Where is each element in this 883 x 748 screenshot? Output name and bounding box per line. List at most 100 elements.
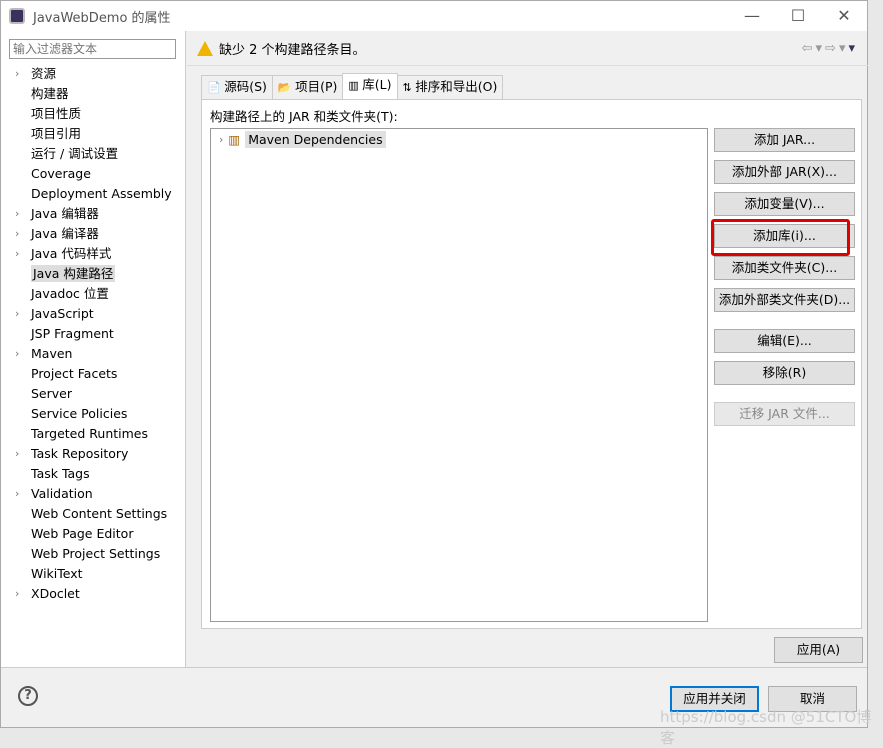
menu-icon[interactable]: ▾ <box>848 41 858 56</box>
tree-item[interactable]: Targeted Runtimes <box>1 424 186 444</box>
tree-item[interactable]: › JavaScript <box>1 304 186 324</box>
tab-label: 库(L) <box>362 77 392 92</box>
panel-label: 构建路径上的 JAR 和类文件夹(T): <box>210 109 398 124</box>
tree-item[interactable]: Server <box>1 384 186 404</box>
tree-item-label: Web Content Settings <box>31 506 168 521</box>
tree-item-label: JavaScript <box>31 306 94 321</box>
expand-icon[interactable]: › <box>15 444 19 464</box>
expand-icon[interactable]: › <box>15 224 19 244</box>
expand-icon[interactable]: › <box>15 304 19 324</box>
tree-item[interactable]: 运行 / 调试设置 <box>1 144 186 164</box>
tree-item-label: Web Project Settings <box>31 546 161 561</box>
tree-item[interactable]: › XDoclet <box>1 584 186 604</box>
project-icon: 📂 <box>277 81 296 94</box>
tree-item[interactable]: Java 构建路径 <box>1 264 186 284</box>
tab[interactable]: 📄 源码(S) <box>201 75 273 99</box>
tree-item[interactable]: › Java 编译器 <box>1 224 186 244</box>
sidebar: › 资源构建器项目性质项目引用运行 / 调试设置 Coverage Deploymen… <box>1 31 186 667</box>
forward-icon[interactable]: ⇨▾ <box>825 41 848 56</box>
maximize-button[interactable]: ☐ <box>775 1 821 31</box>
tab-label: 项目(P) <box>295 79 338 94</box>
eclipse-icon <box>9 8 25 24</box>
tree-item[interactable]: WikiText <box>1 564 186 584</box>
add-external-jar-button[interactable]: 添加外部 JAR(X)... <box>714 160 855 184</box>
tree-item[interactable]: 项目性质 <box>1 104 186 124</box>
tab[interactable]: ▥ 库(L) <box>342 73 398 99</box>
library-icon: ▥ <box>228 132 241 147</box>
tree-item-label: Java 代码样式 <box>31 246 112 261</box>
window-title: JavaWebDemo 的属性 <box>33 10 171 26</box>
tree-item[interactable]: Web Project Settings <box>1 544 186 564</box>
minimize-button[interactable]: — <box>729 1 775 31</box>
warning-icon <box>197 41 213 56</box>
tree-item[interactable]: › Java 代码样式 <box>1 244 186 264</box>
expand-icon[interactable]: › <box>15 244 19 264</box>
tree-item-label: Java 编译器 <box>31 226 99 241</box>
libraries-panel: 构建路径上的 JAR 和类文件夹(T): › ▥ Maven Dependencie… <box>201 99 862 629</box>
tree-item[interactable]: › Maven <box>1 344 186 364</box>
back-icon[interactable]: ⇦▾ <box>802 41 825 56</box>
edit-button[interactable]: 编辑(E)... <box>714 329 855 353</box>
library-icon: ▥ <box>348 79 363 92</box>
tree-item-label: Java 编辑器 <box>31 206 99 221</box>
tree-item-label: Web Page Editor <box>31 526 134 541</box>
expand-icon[interactable]: › <box>219 133 223 146</box>
tree-item[interactable]: Coverage <box>1 164 186 184</box>
add-jar-button[interactable]: 添加 JAR... <box>714 128 855 152</box>
filter-input[interactable] <box>9 39 176 59</box>
list-item[interactable]: › ▥ Maven Dependencies <box>219 131 386 148</box>
tree-item[interactable]: Deployment Assembly <box>1 184 186 204</box>
tree-item[interactable]: Project Facets <box>1 364 186 384</box>
category-tree: › 资源构建器项目性质项目引用运行 / 调试设置 Coverage Deploymen… <box>1 64 186 604</box>
tree-item[interactable]: 项目引用 <box>1 124 186 144</box>
tree-item-label: Javadoc 位置 <box>31 286 109 301</box>
tree-item-label: Deployment Assembly <box>31 186 172 201</box>
message-text: 缺少 2 个构建路径条目。 <box>219 43 366 58</box>
order-icon: ⇅ <box>402 81 416 94</box>
watermark: https://blog.csdn @51CTO博客 <box>660 708 872 747</box>
expand-icon[interactable]: › <box>15 584 19 604</box>
tab-label: 源码(S) <box>224 79 267 94</box>
tree-item[interactable]: JSP Fragment <box>1 324 186 344</box>
apply-button[interactable]: 应用(A) <box>774 637 863 663</box>
tree-item[interactable]: › Validation <box>1 484 186 504</box>
tree-item[interactable]: 构建器 <box>1 84 186 104</box>
expand-icon[interactable]: › <box>15 204 19 224</box>
tree-item[interactable]: Web Page Editor <box>1 524 186 544</box>
close-button[interactable]: ✕ <box>821 1 867 31</box>
tree-item-label: 资源 <box>31 66 57 81</box>
properties-dialog: JavaWebDemo 的属性 — ☐ ✕ › 资源构建器项目性质项目引用运行 /… <box>0 0 868 728</box>
warning-message: 缺少 2 个构建路径条目。 <box>197 39 366 58</box>
tree-item-label: XDoclet <box>31 586 80 601</box>
tree-item[interactable]: Service Policies <box>1 404 186 424</box>
tree-item-label: Maven <box>31 346 73 361</box>
help-icon[interactable]: ? <box>18 686 38 706</box>
tab[interactable]: ⇅ 排序和导出(O) <box>396 75 504 99</box>
remove-button[interactable]: 移除(R) <box>714 361 855 385</box>
tree-item-label: 构建器 <box>31 86 69 101</box>
expand-icon[interactable]: › <box>15 484 19 504</box>
tree-item[interactable]: › 资源 <box>1 64 186 84</box>
tree-item[interactable]: Javadoc 位置 <box>1 284 186 304</box>
item-label: Maven Dependencies <box>245 131 386 148</box>
tree-item-label: Validation <box>31 486 93 501</box>
tab[interactable]: 📂 项目(P) <box>271 75 344 99</box>
jar-list[interactable]: › ▥ Maven Dependencies <box>210 128 708 622</box>
add-class-folder-button[interactable]: 添加类文件夹(C)... <box>714 256 855 280</box>
highlight-box <box>711 219 850 256</box>
expand-icon[interactable]: › <box>15 344 19 364</box>
tab-bar: 📄 源码(S) 📂 项目(P) ▥ 库(L) ⇅ 排序和导出(O) <box>201 73 504 99</box>
tree-item-label: JSP Fragment <box>31 326 114 341</box>
tree-item-label: Service Policies <box>31 406 128 421</box>
tree-item-label: 项目引用 <box>31 126 82 141</box>
tree-item[interactable]: Task Tags <box>1 464 186 484</box>
add-external-class-folder-button[interactable]: 添加外部类文件夹(D)... <box>714 288 855 312</box>
tree-item[interactable]: Web Content Settings <box>1 504 186 524</box>
migrate-jar-button[interactable]: 迁移 JAR 文件... <box>714 402 855 426</box>
add-variable-button[interactable]: 添加变量(V)... <box>714 192 855 216</box>
tree-item[interactable]: › Task Repository <box>1 444 186 464</box>
expand-icon[interactable]: › <box>15 64 19 84</box>
tree-item-label: Targeted Runtimes <box>31 426 148 441</box>
tree-item-label: Coverage <box>31 166 91 181</box>
tree-item[interactable]: › Java 编辑器 <box>1 204 186 224</box>
